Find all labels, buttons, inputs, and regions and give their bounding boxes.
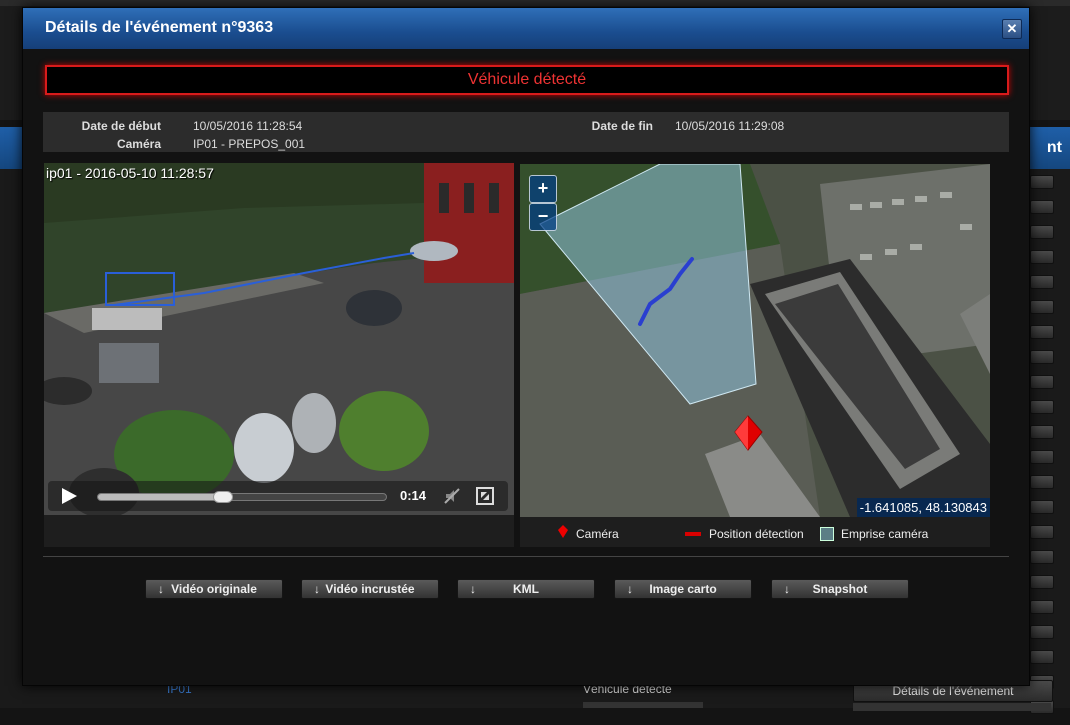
- background-row-button: [1030, 200, 1054, 214]
- background-row-button: [1030, 625, 1054, 639]
- background-row-button: [1030, 525, 1054, 539]
- separator: [43, 556, 1009, 557]
- map-view[interactable]: + − -1.641085, 48.130843: [520, 164, 990, 517]
- modal-title: Détails de l'événement n°9363: [45, 19, 274, 36]
- background-row-button: [1030, 175, 1054, 189]
- camera-label: Caméra: [116, 137, 161, 151]
- mute-icon[interactable]: [443, 487, 461, 505]
- background-next-button: [853, 703, 1051, 711]
- background-row-button: [1030, 250, 1054, 264]
- background-row-button: [1030, 550, 1054, 564]
- close-icon[interactable]: ✕: [1002, 19, 1022, 39]
- background-row-button: [1030, 500, 1054, 514]
- detection-line-icon: [685, 532, 701, 536]
- fullscreen-icon[interactable]: [476, 487, 494, 505]
- play-icon[interactable]: [62, 488, 77, 504]
- background-column-header: nt: [1046, 139, 1062, 156]
- download-snapshot-button[interactable]: ↓ Snapshot: [771, 579, 909, 599]
- background-row-button: [1030, 300, 1054, 314]
- video-player[interactable]: ip01 - 2016-05-10 11:28:57 0:14: [44, 163, 514, 515]
- video-controls: 0:14: [48, 481, 508, 511]
- event-details-modal: Détails de l'événement n°9363 ✕ Véhicule…: [22, 7, 1030, 686]
- background-row-button: [1030, 575, 1054, 589]
- camera-value: IP01 - PREPOS_001: [193, 137, 306, 151]
- map-legend: Caméra Position détection Emprise caméra: [520, 517, 990, 547]
- zoom-in-button[interactable]: +: [529, 175, 557, 203]
- end-date-value: 10/05/2016 11:29:08: [675, 119, 785, 133]
- zoom-out-button[interactable]: −: [529, 203, 557, 231]
- background-row-button: [1030, 400, 1054, 414]
- background-row-button: [1030, 450, 1054, 464]
- coverage-swatch-icon: [820, 527, 834, 541]
- map-coordinates: -1.641085, 48.130843: [856, 498, 990, 517]
- video-timestamp: ip01 - 2016-05-10 11:28:57: [46, 165, 214, 181]
- background-row-buttons: [1030, 175, 1054, 725]
- background-topbar: [0, 0, 1070, 6]
- background-row-button: [1030, 650, 1054, 664]
- background-row-button: [1030, 275, 1054, 289]
- start-date-label: Date de début: [81, 119, 161, 133]
- legend-camera: Caméra: [576, 527, 619, 541]
- legend-coverage: Emprise caméra: [841, 527, 929, 541]
- download-original-video-button[interactable]: ↓ Vidéo originale: [145, 579, 283, 599]
- background-row-button: [1030, 475, 1054, 489]
- video-time: 0:14: [400, 488, 427, 503]
- background-row-button: [1030, 600, 1054, 614]
- modal-header: Détails de l'événement n°9363 ✕: [23, 8, 1029, 49]
- seek-bar[interactable]: [97, 491, 387, 503]
- background-next-row: [583, 702, 703, 708]
- background-row-button: [1030, 425, 1054, 439]
- event-info-panel: Date de début 10/05/2016 11:28:54 Date d…: [43, 112, 1009, 152]
- background-row-button: [1030, 350, 1054, 364]
- video-frame: [44, 163, 514, 515]
- background-row-button: [1030, 225, 1054, 239]
- end-date-label: Date de fin: [591, 119, 653, 133]
- seek-handle[interactable]: [212, 491, 233, 503]
- camera-marker-icon: [558, 525, 568, 538]
- background-row-button: [1030, 325, 1054, 339]
- background-row-button: [1030, 375, 1054, 389]
- start-date-value: 10/05/2016 11:28:54: [193, 119, 303, 133]
- video-footer: [44, 515, 514, 547]
- download-kml-button[interactable]: ↓ KML: [457, 579, 595, 599]
- event-type-banner: Véhicule détecté: [45, 65, 1009, 95]
- legend-detection: Position détection: [709, 527, 804, 541]
- aerial-map: [520, 164, 990, 517]
- seek-bar-fill: [98, 494, 222, 500]
- download-map-image-button[interactable]: ↓ Image carto: [614, 579, 752, 599]
- download-overlay-video-button[interactable]: ↓ Vidéo incrustée: [301, 579, 439, 599]
